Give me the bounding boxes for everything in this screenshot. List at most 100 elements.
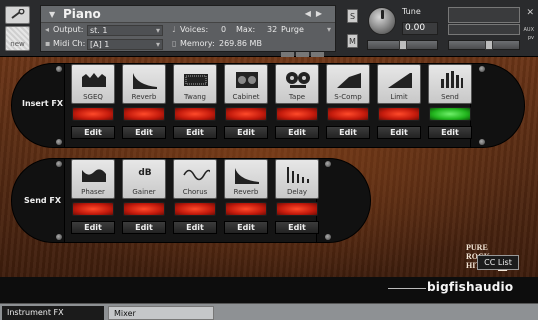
tab-mixer[interactable]: Mixer bbox=[108, 306, 214, 320]
fx-module-card[interactable]: Reverb bbox=[122, 64, 166, 104]
new-instrument-button[interactable]: new bbox=[5, 26, 30, 51]
edit-button[interactable]: Edit bbox=[173, 221, 217, 234]
fx-rack-panel: Insert FX SGEQ Edit Reverb Edit Twang Ed… bbox=[0, 57, 538, 285]
pan-slider[interactable] bbox=[367, 40, 438, 50]
send-levels-icon bbox=[441, 71, 463, 88]
solo-button[interactable]: S bbox=[347, 9, 358, 23]
volume-slider[interactable] bbox=[448, 40, 520, 50]
max-voices-value[interactable]: 32 bbox=[267, 25, 277, 34]
fx-module-card[interactable]: SGEQ bbox=[71, 64, 115, 104]
midi-icon: ▪ bbox=[45, 39, 51, 48]
fx-bypass-led[interactable] bbox=[429, 107, 471, 121]
fx-bypass-led[interactable] bbox=[123, 202, 165, 216]
fx-module-card[interactable]: Limit bbox=[377, 64, 421, 104]
screw-icon bbox=[56, 234, 62, 240]
tune-value[interactable]: 0.00 bbox=[402, 22, 438, 35]
volume-slider-thumb[interactable] bbox=[485, 40, 493, 50]
compressor-curve-icon bbox=[337, 73, 361, 88]
fx-module-card[interactable]: Delay bbox=[275, 159, 319, 199]
fx-module-card[interactable]: Chorus bbox=[173, 159, 217, 199]
fx-name: Gainer bbox=[132, 188, 156, 196]
edit-button[interactable]: Edit bbox=[224, 126, 268, 139]
edit-button[interactable]: Edit bbox=[71, 126, 115, 139]
phaser-wave-icon bbox=[82, 169, 106, 182]
fx-bypass-led[interactable] bbox=[225, 107, 267, 121]
output-dropdown-icon: ▾ bbox=[155, 26, 160, 35]
edit-button[interactable]: Edit bbox=[326, 126, 370, 139]
fx-bypass-led[interactable] bbox=[174, 202, 216, 216]
edit-button[interactable]: Edit bbox=[377, 126, 421, 139]
mute-button[interactable]: M bbox=[347, 34, 358, 48]
midi-channel-select[interactable]: [A] 1 ▾ bbox=[87, 39, 163, 50]
limiter-curve-icon bbox=[388, 73, 412, 88]
tape-reels-icon bbox=[286, 72, 310, 88]
edit-button[interactable]: Edit bbox=[122, 126, 166, 139]
purge-dropdown-icon: ▾ bbox=[326, 25, 331, 34]
fx-bypass-led[interactable] bbox=[276, 202, 318, 216]
fx-module-card[interactable]: Cabinet bbox=[224, 64, 268, 104]
collapse-triangle-icon[interactable]: ▼ bbox=[49, 10, 55, 19]
fx-name: Send bbox=[441, 93, 459, 101]
instrument-name[interactable]: Piano bbox=[63, 7, 101, 21]
output-icon: ◂ bbox=[45, 25, 50, 34]
wrench-tool-button[interactable] bbox=[5, 6, 30, 24]
cc-list-button[interactable]: CC List bbox=[477, 255, 519, 270]
fx-name: Limit bbox=[390, 93, 408, 101]
fx-name: Tape bbox=[288, 93, 306, 101]
screw-icon bbox=[479, 139, 485, 145]
aux-label: AUX bbox=[523, 27, 534, 33]
instrument-nav-arrows-icon[interactable]: ◀▶ bbox=[305, 9, 327, 18]
edit-button[interactable]: Edit bbox=[224, 221, 268, 234]
fx-bypass-led[interactable] bbox=[123, 107, 165, 121]
fx-bypass-led[interactable] bbox=[276, 107, 318, 121]
fx-module-card[interactable]: Send bbox=[428, 64, 472, 104]
screw-icon bbox=[325, 234, 331, 240]
fx-module-card[interactable]: S-Comp bbox=[326, 64, 370, 104]
edit-button[interactable]: Edit bbox=[71, 221, 115, 234]
memory-icon: ▯ bbox=[172, 39, 177, 48]
fx-bypass-led[interactable] bbox=[174, 107, 216, 121]
instrument-header: new ▼ Piano ◀▶ ◂ Output: st. 1 ▾ ♩ Voice… bbox=[0, 0, 538, 57]
fx-bypass-led[interactable] bbox=[72, 202, 114, 216]
screw-icon bbox=[325, 161, 331, 167]
amp-grille-icon bbox=[184, 74, 208, 86]
tune-knob[interactable] bbox=[368, 7, 396, 35]
midi-dropdown-icon: ▾ bbox=[155, 40, 160, 49]
fx-module-card[interactable]: Phaser bbox=[71, 159, 115, 199]
reverb-decay-icon bbox=[235, 168, 259, 184]
screw-icon bbox=[56, 161, 62, 167]
close-icon[interactable]: ✕ bbox=[526, 8, 534, 18]
output-select[interactable]: st. 1 ▾ bbox=[87, 25, 163, 36]
edit-button[interactable]: Edit bbox=[275, 221, 319, 234]
fx-bypass-led[interactable] bbox=[72, 107, 114, 121]
tab-instrument-fx[interactable]: Instrument FX bbox=[2, 306, 104, 320]
pan-slider-thumb[interactable] bbox=[399, 40, 407, 50]
fx-bypass-led[interactable] bbox=[327, 107, 369, 121]
fx-module-card[interactable]: dB Gainer bbox=[122, 159, 166, 199]
fx-module-card[interactable]: Twang bbox=[173, 64, 217, 104]
output-level-meter bbox=[448, 7, 520, 23]
fx-bypass-led[interactable] bbox=[225, 202, 267, 216]
edit-button[interactable]: Edit bbox=[173, 126, 217, 139]
output-label: Output: bbox=[53, 25, 84, 34]
reverb-decay-icon bbox=[133, 73, 157, 89]
max-label: Max: bbox=[236, 25, 256, 34]
memory-label: Memory: bbox=[180, 39, 215, 48]
fx-module-card[interactable]: Tape bbox=[275, 64, 319, 104]
instrument-info-panel: ▼ Piano ◀▶ ◂ Output: st. 1 ▾ ♩ Voices: 0… bbox=[40, 5, 336, 57]
fx-bypass-led[interactable] bbox=[378, 107, 420, 121]
delay-taps-icon bbox=[287, 167, 309, 183]
edit-button[interactable]: Edit bbox=[275, 126, 319, 139]
edit-button[interactable]: Edit bbox=[428, 126, 472, 139]
chorus-wave-icon bbox=[183, 169, 210, 181]
screw-icon bbox=[56, 139, 62, 145]
insert-fx-label: Insert FX bbox=[22, 99, 64, 108]
send-fx-rack-cap-right bbox=[316, 158, 371, 243]
output-level-meter-right bbox=[448, 24, 520, 35]
voices-value: 0 bbox=[221, 25, 227, 34]
edit-button[interactable]: Edit bbox=[122, 221, 166, 234]
gain-db-icon: dB bbox=[138, 168, 152, 178]
purge-dropdown[interactable]: Purge ▾ bbox=[281, 25, 331, 36]
fx-module-card[interactable]: Reverb bbox=[224, 159, 268, 199]
memory-value: 269.86 MB bbox=[219, 39, 262, 48]
